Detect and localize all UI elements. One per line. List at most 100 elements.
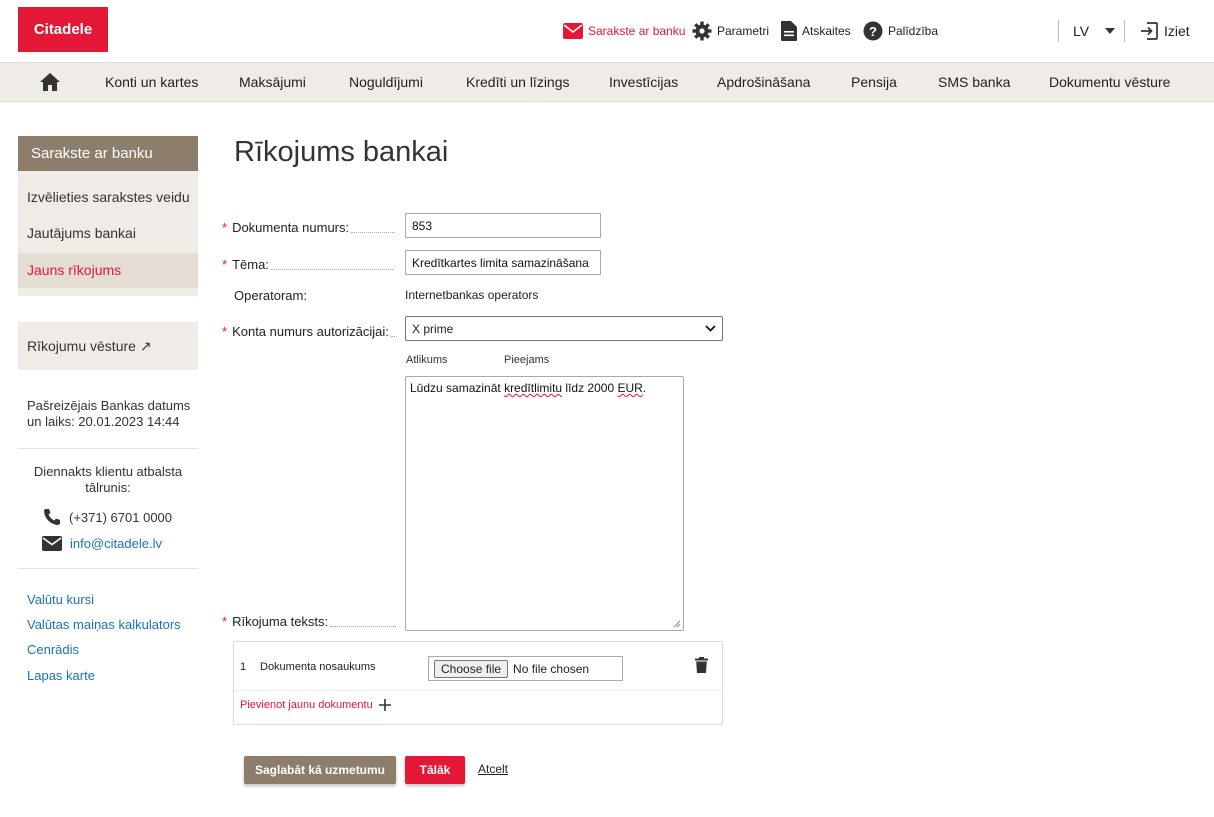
required-marker: * — [222, 220, 228, 235]
resize-handle-icon[interactable] — [673, 620, 681, 628]
exit-icon — [1141, 22, 1158, 40]
support-phone[interactable]: (+371) 6701 0000 — [43, 508, 172, 526]
doc-number-label: * Dokumenta numurs: — [222, 220, 396, 235]
nav-pension[interactable]: Pensija — [851, 63, 897, 101]
support-line1: Diennakts klientu atbalsta — [33, 464, 183, 479]
nav-accounts[interactable]: Konti un kartes — [105, 63, 198, 101]
operator-label-text: Operatoram: — [234, 288, 307, 303]
label-dots — [390, 336, 397, 337]
reports-link-label: Atskaites — [802, 24, 851, 38]
next-button[interactable]: Tālāk — [405, 756, 465, 784]
order-text-part3: līdz 2000 — [562, 381, 618, 395]
envelope-icon — [42, 536, 62, 551]
email-address: info@citadele.lv — [70, 536, 162, 551]
link-sitemap[interactable]: Lapas karte — [27, 668, 95, 683]
order-text-part5: . — [642, 381, 647, 395]
doc-row-number: 1 — [240, 661, 247, 673]
label-dots — [351, 232, 396, 233]
doc-number-label-text: Dokumenta numurs: — [232, 220, 350, 235]
account-label: * Konta numurs autorizācijai: — [222, 324, 397, 339]
phone-icon — [44, 509, 60, 525]
chevron-down-icon — [705, 325, 716, 332]
required-marker: * — [222, 614, 228, 629]
sidebar-divider-1 — [18, 448, 198, 449]
order-text-part4: EUR — [617, 381, 643, 395]
citadele-logo[interactable]: Citadele — [18, 7, 108, 52]
support-line2: tālrunis: — [85, 480, 131, 495]
language-select[interactable]: LV — [1073, 18, 1116, 44]
doc-row-divider — [234, 690, 722, 691]
gear-icon — [692, 21, 712, 41]
available-label: Pieejams — [504, 354, 550, 366]
sidebar-heading: Sarakste ar banku — [18, 136, 198, 171]
page-title: Rīkojums bankai — [234, 136, 449, 168]
header-divider — [1058, 20, 1059, 42]
help-icon: ? — [863, 21, 883, 41]
help-link[interactable]: ? Palīdzība — [863, 18, 938, 44]
order-text-part2: kredītlimitu — [504, 381, 563, 395]
plus-icon — [378, 699, 391, 711]
home-icon[interactable] — [40, 73, 60, 91]
sidebar-order-history[interactable]: Rīkojumu vēsture ↗ — [18, 322, 198, 370]
caret-down-icon — [1105, 28, 1116, 34]
link-exchange-rates[interactable]: Valūtu kursi — [27, 592, 94, 607]
messages-link-label: Sarakste ar banku — [588, 24, 686, 38]
link-currency-calculator[interactable]: Valūtas maiņas kalkulators — [27, 617, 181, 632]
bank-date-line1: Pašreizējais Bankas datums — [27, 398, 191, 413]
language-value: LV — [1073, 23, 1090, 39]
operator-label: Operatoram: — [234, 288, 307, 303]
save-draft-button[interactable]: Saglabāt kā uzmetumu — [244, 756, 396, 784]
file-input[interactable]: Choose file No file chosen — [428, 656, 623, 681]
add-document-label: Pievienot jaunu dokumentu — [240, 699, 373, 711]
account-label-text: Konta numurs autorizācijai: — [232, 324, 389, 339]
file-status: No file chosen — [513, 661, 590, 676]
logout-button[interactable]: Iziet — [1140, 18, 1190, 44]
document-icon — [781, 21, 797, 41]
order-text-part1: Lūdzu samazināt — [410, 381, 505, 395]
logout-label: Iziet — [1164, 23, 1190, 39]
balance-label: Atlikums — [406, 354, 448, 366]
settings-link[interactable]: Parametri — [692, 18, 769, 44]
trash-icon[interactable] — [695, 657, 708, 673]
header-divider-2 — [1124, 20, 1125, 42]
svg-text:?: ? — [869, 24, 877, 39]
label-dots — [330, 626, 397, 627]
doc-number-input[interactable]: 853 — [405, 213, 601, 238]
label-dots — [270, 269, 393, 270]
order-text-label: * Rīkojuma teksts: — [222, 614, 397, 629]
sidebar-item-question[interactable]: Jautājums bankai — [18, 216, 198, 251]
nav-sms-bank[interactable]: SMS banka — [938, 63, 1010, 101]
sidebar-menu: Izvēlieties sarakstes veidu Jautājums ba… — [18, 171, 198, 296]
topic-label-text: Tēma: — [232, 257, 269, 272]
cancel-link[interactable]: Atcelt — [478, 762, 508, 776]
operator-value: Internetbankas operators — [405, 288, 539, 302]
nav-deposits[interactable]: Noguldījumi — [349, 63, 423, 101]
link-pricelist[interactable]: Cenrādis — [27, 642, 79, 657]
required-marker: * — [222, 257, 228, 272]
messages-link[interactable]: Sarakste ar banku — [563, 18, 685, 44]
envelope-icon — [563, 23, 583, 39]
reports-link[interactable]: Atskaites — [781, 18, 851, 44]
help-link-label: Palīdzība — [888, 24, 939, 38]
sidebar-item-choose-type[interactable]: Izvēlieties sarakstes veidu — [18, 180, 198, 215]
nav-loans[interactable]: Kredīti un līzings — [466, 63, 570, 101]
order-text-label-text: Rīkojuma teksts: — [232, 614, 329, 629]
support-email[interactable]: info@citadele.lv — [42, 536, 162, 551]
order-text-area[interactable]: Lūdzu samazināt kredītlimitu līdz 2000 E… — [405, 376, 684, 631]
main-nav: Konti un kartes Maksājumi Noguldījumi Kr… — [0, 62, 1214, 102]
bank-date-line2: un laiks: 20.01.2023 14:44 — [27, 414, 180, 429]
document-attachments: 1 Dokumenta nosaukums Choose file No fil… — [233, 641, 723, 725]
add-document-link[interactable]: Pievienot jaunu dokumentu — [240, 699, 391, 711]
topic-label: * Tēma: — [222, 257, 393, 272]
nav-payments[interactable]: Maksājumi — [239, 63, 306, 101]
sidebar-item-new-order[interactable]: Jauns rīkojums — [18, 253, 198, 288]
doc-name-label: Dokumenta nosaukums — [260, 661, 376, 673]
nav-insurance[interactable]: Apdrošināšana — [717, 63, 810, 101]
nav-document-history[interactable]: Dokumentu vēsture — [1049, 63, 1170, 101]
phone-number: (+371) 6701 0000 — [69, 509, 173, 525]
account-select-value: X prime — [412, 321, 454, 336]
choose-file-button[interactable]: Choose file — [434, 659, 509, 678]
topic-input[interactable]: Kredītkartes limita samazināšana — [405, 250, 601, 275]
nav-investments[interactable]: Investīcijas — [609, 63, 678, 101]
account-select[interactable]: X prime — [405, 316, 723, 341]
